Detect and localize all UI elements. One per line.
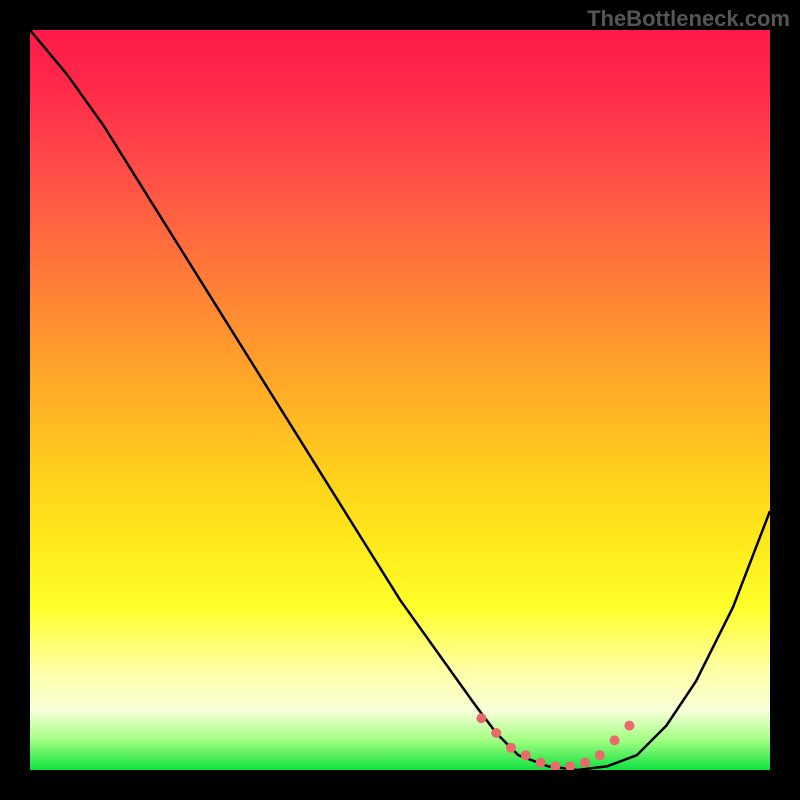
highlight-dot: [565, 761, 575, 770]
highlight-dot: [610, 735, 620, 745]
highlight-dot: [521, 750, 531, 760]
highlight-dot: [536, 758, 546, 768]
highlight-dot: [506, 743, 516, 753]
chart-svg: [30, 30, 770, 770]
watermark-text: TheBottleneck.com: [587, 6, 790, 32]
highlight-dot: [550, 761, 560, 770]
highlight-dots-group: [476, 713, 634, 770]
chart-plot-area: [30, 30, 770, 770]
highlight-dot: [624, 721, 634, 731]
highlight-dot: [491, 728, 501, 738]
highlight-dot: [580, 758, 590, 768]
highlight-dot: [595, 750, 605, 760]
bottleneck-curve: [30, 30, 770, 770]
highlight-dot: [476, 713, 486, 723]
